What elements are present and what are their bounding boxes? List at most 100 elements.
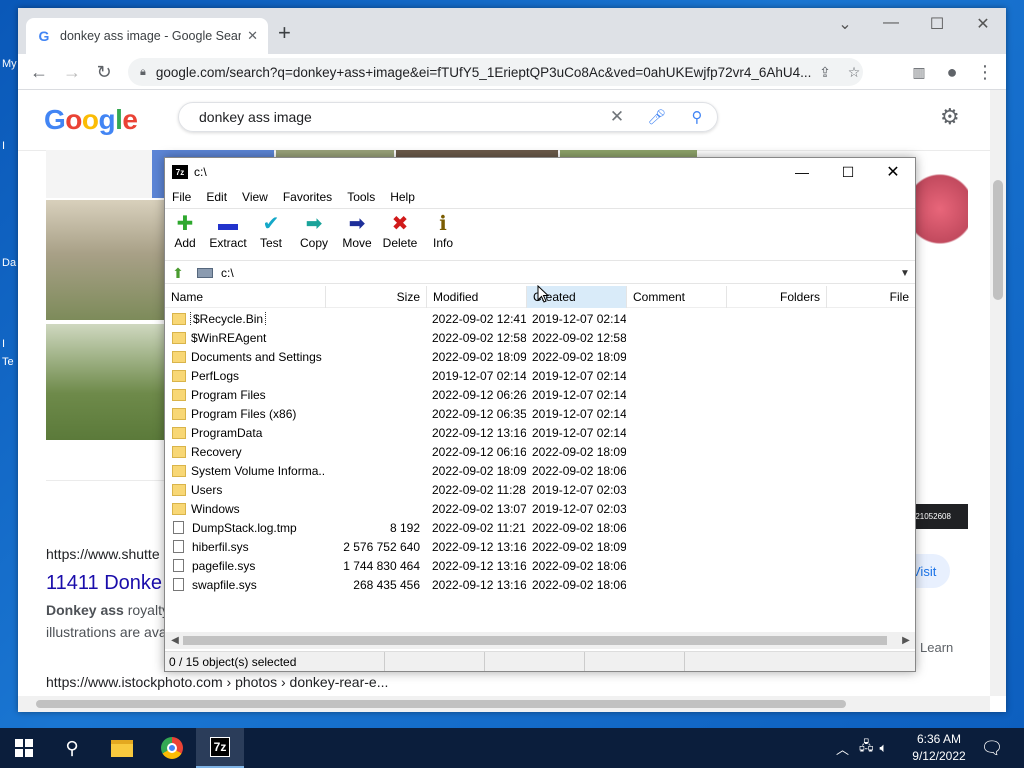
forward-button[interactable]: →: [60, 60, 84, 84]
image-thumbnail[interactable]: [46, 200, 164, 320]
list-item[interactable]: Program Files (x86) 2022-09-12 06:35 2019-…: [165, 404, 915, 423]
scrollbar-thumb[interactable]: [36, 700, 846, 708]
column-header-comment[interactable]: Comment: [627, 286, 727, 308]
search-query[interactable]: donkey ass image: [199, 109, 597, 125]
path-input[interactable]: c:\ ▼: [197, 263, 915, 283]
image-thumbnail[interactable]: [46, 324, 164, 440]
7zip-taskbar-icon[interactable]: 7z: [196, 728, 244, 768]
chrome-taskbar-icon[interactable]: [148, 728, 196, 768]
list-item[interactable]: ProgramData 2022-09-12 13:16 2019-12-07 02…: [165, 423, 915, 442]
result-title-link[interactable]: 11411 Donke: [46, 572, 162, 595]
copy-button[interactable]: ➡ Copy: [292, 213, 336, 250]
menu-file[interactable]: File: [172, 190, 191, 204]
tab-search-icon[interactable]: ⌄: [830, 14, 860, 34]
scrollbar-thumb[interactable]: [183, 636, 887, 645]
horizontal-scrollbar[interactable]: ◀ ▶: [165, 632, 915, 649]
column-header-modified[interactable]: Modified: [427, 286, 527, 308]
desktop-icon-label[interactable]: Te: [2, 356, 14, 368]
share-icon[interactable]: ⇪: [811, 58, 839, 86]
volume-icon[interactable]: 🔈︎: [880, 740, 888, 756]
desktop-icon-label[interactable]: I: [2, 140, 5, 152]
reload-button[interactable]: ↻: [92, 60, 116, 84]
browser-tab[interactable]: G donkey ass image - Google Sear ✕: [26, 18, 268, 54]
new-tab-button[interactable]: +: [278, 22, 291, 44]
result-url[interactable]: https://www.shutte: [46, 546, 160, 562]
list-item[interactable]: $Recycle.Bin 2022-09-02 12:41 2019-12-07 0…: [165, 309, 915, 328]
file-explorer-icon[interactable]: [98, 728, 146, 768]
vertical-scrollbar[interactable]: [990, 90, 1006, 696]
bookmark-star-icon[interactable]: ☆: [840, 58, 868, 86]
side-panel-icon[interactable]: ▥: [907, 60, 931, 84]
chrome-menu-icon[interactable]: ⋮: [973, 60, 997, 84]
desktop-icon-label[interactable]: Da: [2, 257, 16, 269]
clock[interactable]: 6:36 AM 9/12/2022: [900, 731, 978, 765]
list-item[interactable]: Users 2022-09-02 11:28 2019-12-07 02:03: [165, 480, 915, 499]
delete-button[interactable]: ✖ Delete: [378, 213, 422, 250]
column-header-files[interactable]: File: [827, 286, 915, 308]
maximize-button[interactable]: ☐: [922, 14, 952, 34]
tab-close-icon[interactable]: ✕: [247, 28, 258, 44]
minimize-button[interactable]: —: [779, 158, 825, 186]
address-bar[interactable]: 🔒︎ google.com/search?q=donkey+ass+image&…: [128, 58, 863, 86]
column-header-name[interactable]: Name: [165, 286, 326, 308]
path-text[interactable]: c:\: [221, 266, 895, 280]
scrollbar-thumb[interactable]: [993, 180, 1003, 300]
desktop-icon-label[interactable]: My: [2, 58, 17, 70]
google-logo[interactable]: Google: [44, 104, 138, 136]
start-button[interactable]: [0, 728, 48, 768]
minimize-button[interactable]: —: [876, 14, 906, 32]
horizontal-scrollbar[interactable]: [18, 696, 990, 712]
scroll-right-icon[interactable]: ▶: [898, 632, 914, 649]
network-icon[interactable]: 🖧︎: [859, 737, 874, 759]
info-button[interactable]: ℹ Info: [421, 213, 465, 250]
up-folder-icon[interactable]: ⬆: [169, 264, 187, 282]
list-item[interactable]: DumpStack.log.tmp 8 192 2022-09-02 11:21 20…: [165, 518, 915, 537]
close-button[interactable]: ✕: [870, 158, 916, 186]
7zip-titlebar[interactable]: 7z c:\ — ☐ ✕: [165, 158, 915, 186]
voice-search-icon[interactable]: 🎤︎: [637, 108, 677, 126]
image-thumbnail[interactable]: [46, 150, 152, 198]
test-button[interactable]: ✔ Test: [249, 213, 293, 250]
close-button[interactable]: ✕: [968, 14, 998, 34]
column-header-size[interactable]: Size: [326, 286, 427, 308]
notifications-icon[interactable]: 🗨︎: [968, 728, 1016, 768]
add-button[interactable]: ✚ Add: [163, 213, 207, 250]
taskbar-search-icon[interactable]: ⚲: [48, 728, 96, 768]
lock-icon[interactable]: 🔒︎: [140, 66, 146, 79]
item-name-cell: hiberfil.sys: [165, 540, 325, 554]
list-item[interactable]: hiberfil.sys 2 576 752 640 2022-09-12 13:1…: [165, 537, 915, 556]
menu-tools[interactable]: Tools: [347, 190, 375, 204]
item-modified: 2022-09-02 11:21: [432, 520, 526, 535]
scroll-left-icon[interactable]: ◀: [167, 632, 183, 649]
move-button[interactable]: ➡ Move: [335, 213, 379, 250]
list-item[interactable]: pagefile.sys 1 744 830 464 2022-09-12 13:1…: [165, 556, 915, 575]
list-item[interactable]: $WinREAgent 2022-09-02 12:58 2022-09-02 12…: [165, 328, 915, 347]
chevron-down-icon[interactable]: ▼: [895, 268, 915, 279]
profile-avatar-icon[interactable]: ●: [940, 60, 964, 84]
list-item[interactable]: System Volume Informa... 2022-09-02 18:09…: [165, 461, 915, 480]
search-icon[interactable]: ⚲: [677, 108, 717, 126]
list-item[interactable]: Documents and Settings 2022-09-02 18:09 20…: [165, 347, 915, 366]
settings-gear-icon[interactable]: ⚙: [940, 104, 960, 130]
show-hidden-icons-icon[interactable]: ︿: [836, 739, 849, 758]
desktop-icon-label[interactable]: I: [2, 338, 5, 350]
maximize-button[interactable]: ☐: [825, 158, 871, 186]
status-cell: [385, 652, 485, 671]
menu-favorites[interactable]: Favorites: [283, 190, 332, 204]
menu-edit[interactable]: Edit: [206, 190, 227, 204]
google-search-box[interactable]: donkey ass image ✕ 🎤︎ ⚲: [178, 102, 718, 132]
menu-help[interactable]: Help: [390, 190, 415, 204]
list-item[interactable]: swapfile.sys 268 435 456 2022-09-12 13:16 2…: [165, 575, 915, 594]
back-button[interactable]: ←: [27, 60, 51, 84]
item-modified: 2022-09-02 12:58: [432, 330, 526, 345]
list-item[interactable]: Program Files 2022-09-12 06:26 2019-12-07 …: [165, 385, 915, 404]
column-header-folders[interactable]: Folders: [727, 286, 827, 308]
extract-button[interactable]: ▬ Extract: [206, 213, 250, 250]
learn-more-link[interactable]: Learn: [920, 640, 953, 655]
clear-search-icon[interactable]: ✕: [597, 107, 637, 127]
list-item[interactable]: PerfLogs 2019-12-07 02:14 2019-12-07 02:14: [165, 366, 915, 385]
list-item[interactable]: Recovery 2022-09-12 06:16 2022-09-02 18:09: [165, 442, 915, 461]
menu-view[interactable]: View: [242, 190, 268, 204]
result-url[interactable]: https://www.istockphoto.com › photos › d…: [46, 674, 388, 690]
list-item[interactable]: Windows 2022-09-02 13:07 2019-12-07 02:03: [165, 499, 915, 518]
